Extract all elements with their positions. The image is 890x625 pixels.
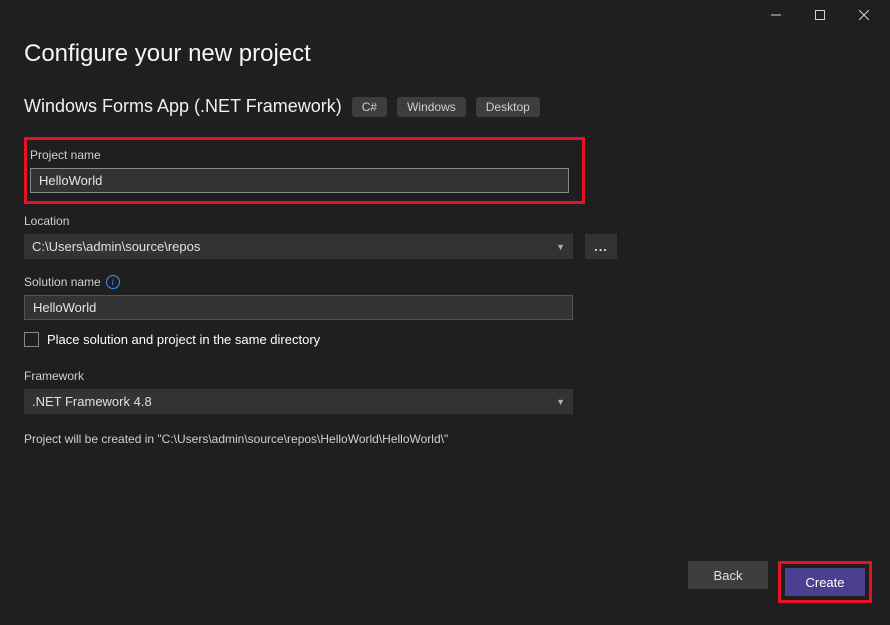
- titlebar: [0, 0, 890, 30]
- create-button-highlight: Create: [778, 561, 872, 603]
- framework-label: Framework: [24, 369, 866, 383]
- maximize-button[interactable]: [798, 1, 842, 29]
- creation-path-hint: Project will be created in "C:\Users\adm…: [24, 432, 866, 446]
- tag-csharp: C#: [352, 97, 387, 117]
- location-group: Location C:\Users\admin\source\repos ▼ .…: [24, 214, 866, 259]
- location-label: Location: [24, 214, 866, 228]
- page-title: Configure your new project: [24, 40, 866, 68]
- solution-name-group: Solution name i Place solution and proje…: [24, 275, 866, 347]
- footer: Back Create: [688, 561, 872, 603]
- chevron-down-icon: ▼: [556, 397, 565, 407]
- info-icon[interactable]: i: [106, 275, 120, 289]
- dialog-content: Configure your new project Windows Forms…: [0, 30, 890, 446]
- solution-name-input[interactable]: [24, 295, 573, 320]
- tag-desktop: Desktop: [476, 97, 540, 117]
- back-button[interactable]: Back: [688, 561, 768, 589]
- template-row: Windows Forms App (.NET Framework) C# Wi…: [24, 96, 866, 117]
- browse-button[interactable]: ...: [585, 234, 617, 259]
- tag-windows: Windows: [397, 97, 466, 117]
- close-button[interactable]: [842, 1, 886, 29]
- same-directory-label: Place solution and project in the same d…: [47, 332, 320, 347]
- solution-name-label: Solution name: [24, 275, 101, 289]
- framework-dropdown[interactable]: .NET Framework 4.8 ▼: [24, 389, 573, 414]
- minimize-button[interactable]: [754, 1, 798, 29]
- framework-value: .NET Framework 4.8: [32, 394, 152, 409]
- location-value: C:\Users\admin\source\repos: [32, 239, 200, 254]
- project-name-label: Project name: [30, 148, 579, 162]
- framework-group: Framework .NET Framework 4.8 ▼: [24, 369, 866, 414]
- same-directory-checkbox[interactable]: [24, 332, 39, 347]
- project-name-input[interactable]: [30, 168, 569, 193]
- create-button[interactable]: Create: [785, 568, 865, 596]
- project-name-highlight: Project name: [24, 137, 585, 204]
- chevron-down-icon: ▼: [556, 242, 565, 252]
- template-name: Windows Forms App (.NET Framework): [24, 96, 342, 117]
- location-dropdown[interactable]: C:\Users\admin\source\repos ▼: [24, 234, 573, 259]
